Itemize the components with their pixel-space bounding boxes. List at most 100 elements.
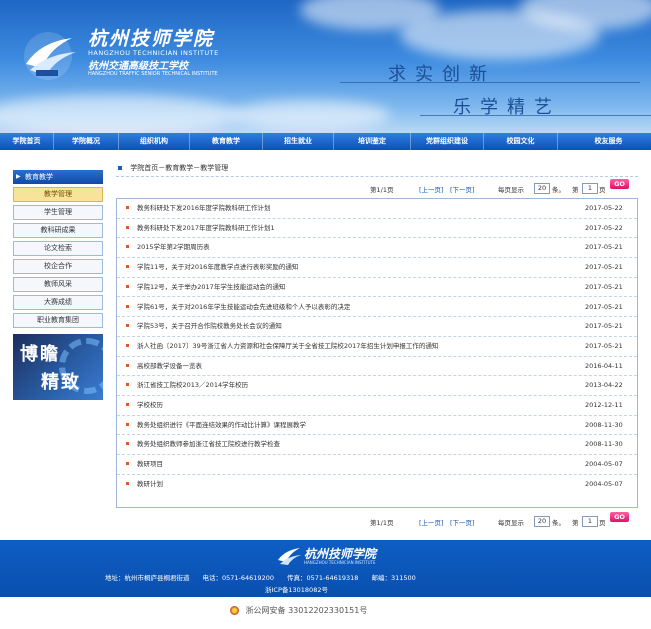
- article-date: 2017-05-21: [585, 302, 623, 311]
- sidebar-item-research-results[interactable]: 教科研成果: [13, 223, 103, 238]
- promo-text-1: 博瞻: [20, 344, 60, 365]
- prev-page-link[interactable]: [上一页]: [419, 517, 444, 527]
- bullet-icon: [126, 462, 129, 466]
- sidebar-item-competition-results[interactable]: 大赛成绩: [13, 295, 103, 310]
- promo-banner[interactable]: 博瞻 精致: [13, 334, 103, 400]
- sidebar-item-paper-search[interactable]: 论文检索: [13, 241, 103, 256]
- article-title[interactable]: 2015学年第2学期周历表: [137, 238, 577, 257]
- list-item[interactable]: 教务处组织进行《平面连结效果的作动比计算》课程展教学 2008-11-30: [117, 416, 637, 436]
- article-date: 2016-04-11: [585, 361, 623, 370]
- article-title[interactable]: 教研计划: [137, 475, 577, 494]
- prev-page-link[interactable]: [上一页]: [419, 184, 444, 194]
- list-item[interactable]: 学院12号，关于举办2017年学生技能运动会的通知 2017-05-21: [117, 278, 637, 298]
- bullet-icon: [126, 403, 129, 406]
- bullet-icon: [126, 304, 129, 308]
- goto-unit: 页: [599, 186, 606, 194]
- public-security-record[interactable]: 浙公网安备 33012202330151号: [230, 605, 367, 616]
- article-title[interactable]: 浙人社函〔2017〕39号浙江省人力资源和社会保障厅关于全省技工院校2017年招…: [137, 337, 577, 356]
- goto-page-input[interactable]: 1: [582, 183, 598, 194]
- school-logo[interactable]: 杭州技师学院 HANGZHOU TECHNICIAN INSTITUTE 杭州交…: [20, 18, 220, 88]
- nav-item-alumni[interactable]: 校友服务: [558, 133, 651, 150]
- article-date: 2013-04-22: [585, 381, 623, 390]
- per-page-input[interactable]: 20: [534, 516, 550, 527]
- sidebar-item-teaching-management[interactable]: 教学管理: [13, 187, 103, 202]
- footer-school-name-en: HANGZHOU TECHNICIAN INSTITUTE: [304, 560, 376, 565]
- article-title[interactable]: 教务处组织教师参加浙江省技工院校进行教学检查: [137, 435, 577, 454]
- footer-logo[interactable]: 杭州技师学院 HANGZHOU TECHNICIAN INSTITUTE: [276, 544, 396, 568]
- article-title[interactable]: 学院61号，关于对2016年学生技能运动会先进班级和个人予以表彰的决定: [137, 298, 577, 317]
- article-title[interactable]: 高校部教学设备一览表: [137, 357, 577, 376]
- goto-page-input[interactable]: 1: [582, 516, 598, 527]
- sidebar-item-student-management[interactable]: 学生管理: [13, 205, 103, 220]
- list-item[interactable]: 教务科研处下发2017年度学院教科研工作计划1 2017-05-22: [117, 219, 637, 239]
- nav-item-about[interactable]: 学院概况: [54, 133, 119, 150]
- cloud-decoration: [0, 95, 240, 133]
- nav-item-admissions[interactable]: 招生就业: [263, 133, 334, 150]
- article-title[interactable]: 教研项目: [137, 455, 577, 474]
- bullet-icon: [126, 245, 129, 249]
- article-title[interactable]: 教务科研处下发2017年度学院教科研工作计划1: [137, 219, 577, 238]
- school-name: 杭州技师学院: [88, 28, 215, 50]
- divider: [116, 176, 638, 177]
- article-date: 2017-05-21: [585, 322, 623, 331]
- article-date: 2008-11-30: [585, 440, 623, 449]
- list-item[interactable]: 教务科研处下发2016年度学院教科研工作计划 2017-05-22: [117, 199, 637, 219]
- list-item[interactable]: 教务处组织教师参加浙江省技工院校进行教学检查 2008-11-30: [117, 435, 637, 456]
- bullet-icon: [126, 324, 129, 328]
- list-item[interactable]: 学校校历 2012-12-11: [117, 396, 637, 416]
- sidebar-item-teacher-showcase[interactable]: 教师风采: [13, 277, 103, 292]
- sidebar-item-school-enterprise[interactable]: 校企合作: [13, 259, 103, 274]
- per-page-unit: 条。: [552, 186, 565, 194]
- nav-item-organization[interactable]: 组织机构: [119, 133, 190, 150]
- list-item[interactable]: 教研计划 2004-05-07: [117, 475, 637, 495]
- article-date: 2012-12-11: [585, 401, 623, 409]
- bullet-icon: [126, 225, 129, 229]
- list-item[interactable]: 学院61号，关于对2016年学生技能运动会先进班级和个人予以表彰的决定 2017-…: [117, 298, 637, 318]
- article-title[interactable]: 学院12号，关于举办2017年学生技能运动会的通知: [137, 278, 577, 297]
- article-title[interactable]: 教务处组织进行《平面连结效果的作动比计算》课程展教学: [137, 416, 577, 435]
- school-sub-name-en: HANGZHOU TRAFFIC SENIOR TECHNICAL INSTIT…: [88, 71, 218, 77]
- article-title[interactable]: 学院11号，关于对2016年度教学点进行表彰奖励的通知: [137, 258, 577, 277]
- nav-item-home[interactable]: 学院首页: [0, 133, 54, 150]
- article-date: 2008-11-30: [585, 420, 623, 429]
- nav-item-culture[interactable]: 校园文化: [484, 133, 558, 150]
- article-title[interactable]: 学校校历: [137, 396, 577, 415]
- bullet-icon: [126, 265, 129, 269]
- sidebar-item-vocational-group[interactable]: 职业教育集团: [13, 313, 103, 328]
- article-list: 教务科研处下发2016年度学院教科研工作计划 2017-05-22 教务科研处下发…: [116, 198, 638, 508]
- go-button[interactable]: GO: [610, 512, 629, 522]
- list-item[interactable]: 浙人社函〔2017〕39号浙江省人力资源和社会保障厅关于全省技工院校2017年招…: [117, 337, 637, 357]
- goto-label: 第: [572, 186, 579, 194]
- next-page-link[interactable]: [下一页]: [450, 184, 475, 194]
- nav-item-education[interactable]: 教育教学: [190, 133, 263, 150]
- per-page-label: 每页显示: [498, 186, 524, 194]
- nav-item-training[interactable]: 培训鉴定: [334, 133, 411, 150]
- promo-text-2: 精致: [41, 372, 81, 393]
- list-item[interactable]: 学院53号，关于召开合作院校教务处长会议的通知 2017-05-21: [117, 317, 637, 337]
- sidebar: ▶ 教育教学 教学管理 学生管理 教科研成果 论文检索 校企合作 教师风采 大赛…: [13, 170, 103, 400]
- article-title[interactable]: 教务科研处下发2016年度学院教科研工作计划: [137, 199, 577, 218]
- go-button[interactable]: GO: [610, 179, 629, 189]
- bullet-icon: [126, 206, 129, 209]
- school-emblem-icon: [278, 548, 301, 565]
- public-security-record-text: 浙公网安备 33012202330151号: [245, 606, 368, 615]
- per-page-unit: 条。: [552, 519, 565, 527]
- article-title[interactable]: 学院53号，关于召开合作院校教务处长会议的通知: [137, 317, 577, 336]
- list-item[interactable]: 2015学年第2学期周历表 2017-05-21: [117, 238, 637, 259]
- list-item[interactable]: 教研项目 2004-05-07: [117, 455, 637, 475]
- list-item[interactable]: 高校部教学设备一览表 2016-04-11: [117, 357, 637, 377]
- article-date: 2004-05-07: [585, 460, 623, 469]
- sidebar-header-label: 教育教学: [25, 173, 53, 181]
- list-item[interactable]: 学院11号，关于对2016年度教学点进行表彰奖励的通知 2017-05-21: [117, 258, 637, 278]
- sidebar-header: ▶ 教育教学: [13, 170, 103, 184]
- nav-item-party[interactable]: 党群组织建设: [411, 133, 484, 150]
- list-item[interactable]: 浙江省技工院校2013／2014学年校历 2013-04-22: [117, 376, 637, 396]
- article-title[interactable]: 浙江省技工院校2013／2014学年校历: [137, 376, 577, 395]
- icp-link[interactable]: 浙ICP备13018082号: [265, 584, 328, 594]
- square-bullet-icon: [118, 166, 122, 170]
- bullet-icon: [126, 383, 129, 387]
- bullet-icon: [126, 442, 129, 446]
- next-page-link[interactable]: [下一页]: [450, 517, 475, 527]
- per-page-input[interactable]: 20: [534, 183, 550, 194]
- footer-contact-info: 地址：杭州市桐庐县桐君街道 电话：0571-64619200 传真：0571-6…: [105, 574, 416, 582]
